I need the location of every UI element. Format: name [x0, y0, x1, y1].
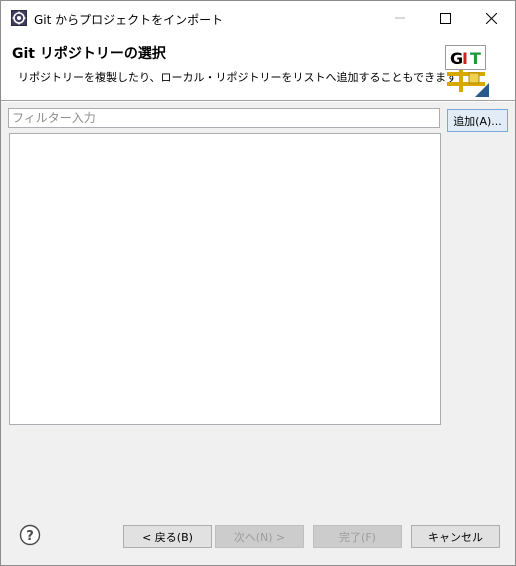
add-repository-button[interactable]: 追加(A)... — [447, 109, 508, 132]
minimize-icon — [395, 17, 405, 19]
page-description: リポジトリーを複製したり、ローカル・リポジトリーをリストへ追加することもできます — [18, 71, 458, 84]
help-icon[interactable]: ? — [19, 524, 41, 546]
wizard-footer: ? < 戻る(B) 次へ(N) > 完了(F) キャンセル — [1, 507, 515, 565]
svg-text:?: ? — [26, 529, 34, 544]
repository-list[interactable] — [9, 133, 441, 425]
title-bar: Git からプロジェクトをインポート — [1, 1, 515, 35]
svg-text:I: I — [462, 49, 468, 68]
wizard-content: 追加(A)... — [1, 102, 515, 507]
page-title: Git リポジトリーの選択 — [12, 46, 166, 62]
cancel-button[interactable]: キャンセル — [411, 525, 500, 548]
maximize-button[interactable] — [422, 1, 468, 35]
import-dialog: Git からプロジェクトをインポート Git リポジトリーの選択 リポジトリーを… — [0, 0, 516, 566]
close-icon — [485, 12, 497, 24]
finish-button[interactable]: 完了(F) — [313, 525, 402, 548]
maximize-icon — [439, 12, 451, 24]
filter-input[interactable] — [8, 108, 440, 128]
minimize-button[interactable] — [377, 1, 423, 35]
wizard-banner: Git リポジトリーの選択 リポジトリーを複製したり、ローカル・リポジトリーをリ… — [1, 35, 515, 101]
close-button[interactable] — [468, 1, 514, 35]
window-title: Git からプロジェクトをインポート — [34, 13, 224, 27]
eclipse-app-icon — [11, 10, 27, 26]
back-button[interactable]: < 戻る(B) — [123, 525, 212, 548]
svg-text:T: T — [470, 49, 481, 68]
git-logo-icon: G I T — [445, 45, 489, 97]
next-button[interactable]: 次へ(N) > — [215, 525, 304, 548]
